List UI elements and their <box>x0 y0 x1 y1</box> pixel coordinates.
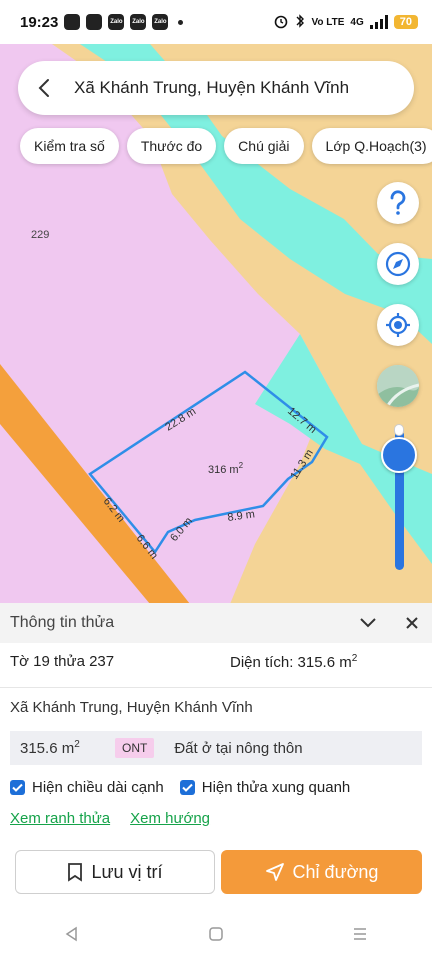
zalo-icon: Zalo <box>108 14 125 30</box>
zalo-icon: Zalo <box>130 14 147 30</box>
legend-chip[interactable]: Chú giải <box>224 128 304 164</box>
parcel-links: Xem ranh thửa Xem hướng <box>10 810 210 827</box>
show-edge-lengths-label: Hiện chiều dài cạnh <box>32 779 164 796</box>
location-title: Xã Khánh Trung, Huyện Khánh Vĩnh <box>74 78 350 97</box>
bookmark-icon <box>68 863 83 882</box>
help-button[interactable] <box>377 182 419 224</box>
menu-lines-icon <box>354 927 366 940</box>
nav-back-button[interactable] <box>64 926 80 947</box>
volte-label: Vo LTE <box>311 16 345 28</box>
directions-label: Chỉ đường <box>292 861 379 882</box>
view-boundary-link[interactable]: Xem ranh thửa <box>10 810 110 827</box>
directions-button[interactable]: Chỉ đường <box>221 850 422 894</box>
system-nav-bar <box>0 921 432 951</box>
help-icon <box>390 190 406 215</box>
land-use-area: 315.6 m2 <box>20 739 80 757</box>
opacity-slider-cap <box>394 424 404 436</box>
my-location-button[interactable] <box>377 304 419 346</box>
zalo-icon: Zalo <box>152 14 169 30</box>
network-type-label: 4G <box>350 16 364 28</box>
divider <box>0 687 432 688</box>
sheet-number: Tờ 19 thửa 237 <box>10 653 115 670</box>
bluetooth-icon <box>295 13 305 32</box>
compass-button[interactable] <box>377 243 419 285</box>
land-code-badge: ONT <box>115 738 155 758</box>
nav-recents-button[interactable] <box>352 926 368 947</box>
view-direction-link[interactable]: Xem hướng <box>130 810 210 827</box>
land-type-label: Đất ở tại nông thôn <box>174 739 303 757</box>
status-bar: 19:23 Zalo Zalo Zalo Vo LTE 4G 70 <box>0 0 432 44</box>
more-notifications-icon <box>178 19 184 25</box>
opacity-slider-handle[interactable] <box>381 437 417 473</box>
alarm-icon <box>273 13 289 32</box>
planning-layer-chip[interactable]: Lớp Q.Hoạch(3) <box>311 128 432 164</box>
checkbox-checked-icon <box>10 780 25 795</box>
search-bar[interactable]: Xã Khánh Trung, Huyện Khánh Vĩnh <box>18 61 414 115</box>
chevron-down-icon <box>360 618 376 628</box>
triangle-back-icon <box>65 926 77 941</box>
messenger-icon <box>64 14 81 30</box>
collapse-button[interactable] <box>357 613 379 633</box>
chevron-left-icon <box>38 79 49 97</box>
back-button[interactable] <box>34 76 54 100</box>
status-time: 19:23 <box>20 13 59 31</box>
parcel-number: 229 <box>31 229 49 241</box>
check-number-chip[interactable]: Kiểm tra số <box>20 128 119 164</box>
messenger-icon <box>86 14 103 30</box>
parcel-area: Diện tích: 315.6 m2 <box>230 653 358 671</box>
my-location-icon <box>386 313 410 337</box>
parcel-area-label: 316 m2 <box>208 461 244 476</box>
show-neighbors-label: Hiện thửa xung quanh <box>201 779 351 796</box>
display-options: Hiện chiều dài cạnh Hiện thửa xung quanh <box>10 779 366 796</box>
battery-indicator: 70 <box>393 15 418 29</box>
compass-icon <box>385 251 411 277</box>
parcel-info-sheet: Thông tin thửa Tờ 19 thửa 237 Diện tích:… <box>0 603 432 960</box>
show-edge-lengths-checkbox[interactable]: Hiện chiều dài cạnh <box>10 779 164 796</box>
sheet-header: Thông tin thửa <box>0 603 432 643</box>
map-layer-button[interactable] <box>377 365 419 407</box>
navigation-arrow-icon <box>265 863 284 881</box>
close-icon <box>406 617 418 629</box>
save-location-label: Lưu vị trí <box>91 861 163 882</box>
close-button[interactable] <box>401 613 423 633</box>
tool-chips: Kiểm tra số Thước đo Chú giải Lớp Q.Hoạc… <box>20 128 432 164</box>
nav-home-button[interactable] <box>208 926 224 947</box>
measure-chip[interactable]: Thước đo <box>126 128 217 164</box>
land-use-row: 315.6 m2 ONT Đất ở tại nông thôn <box>10 731 422 765</box>
checkbox-checked-icon <box>179 780 195 795</box>
parcel-area-sup: 2 <box>239 461 244 470</box>
show-neighbors-checkbox[interactable]: Hiện thửa xung quanh <box>179 779 351 796</box>
signal-icon <box>369 15 388 29</box>
parcel-summary-row: Tờ 19 thửa 237 Diện tích: 315.6 m2 <box>10 653 422 671</box>
save-location-button[interactable]: Lưu vị trí <box>15 850 215 894</box>
parcel-address: Xã Khánh Trung, Huyện Khánh Vĩnh <box>10 699 253 716</box>
map-layer-icon <box>377 365 419 407</box>
parcel-area-value: 316 m <box>208 464 239 476</box>
sheet-title: Thông tin thửa <box>10 614 115 631</box>
square-home-icon <box>209 926 223 941</box>
